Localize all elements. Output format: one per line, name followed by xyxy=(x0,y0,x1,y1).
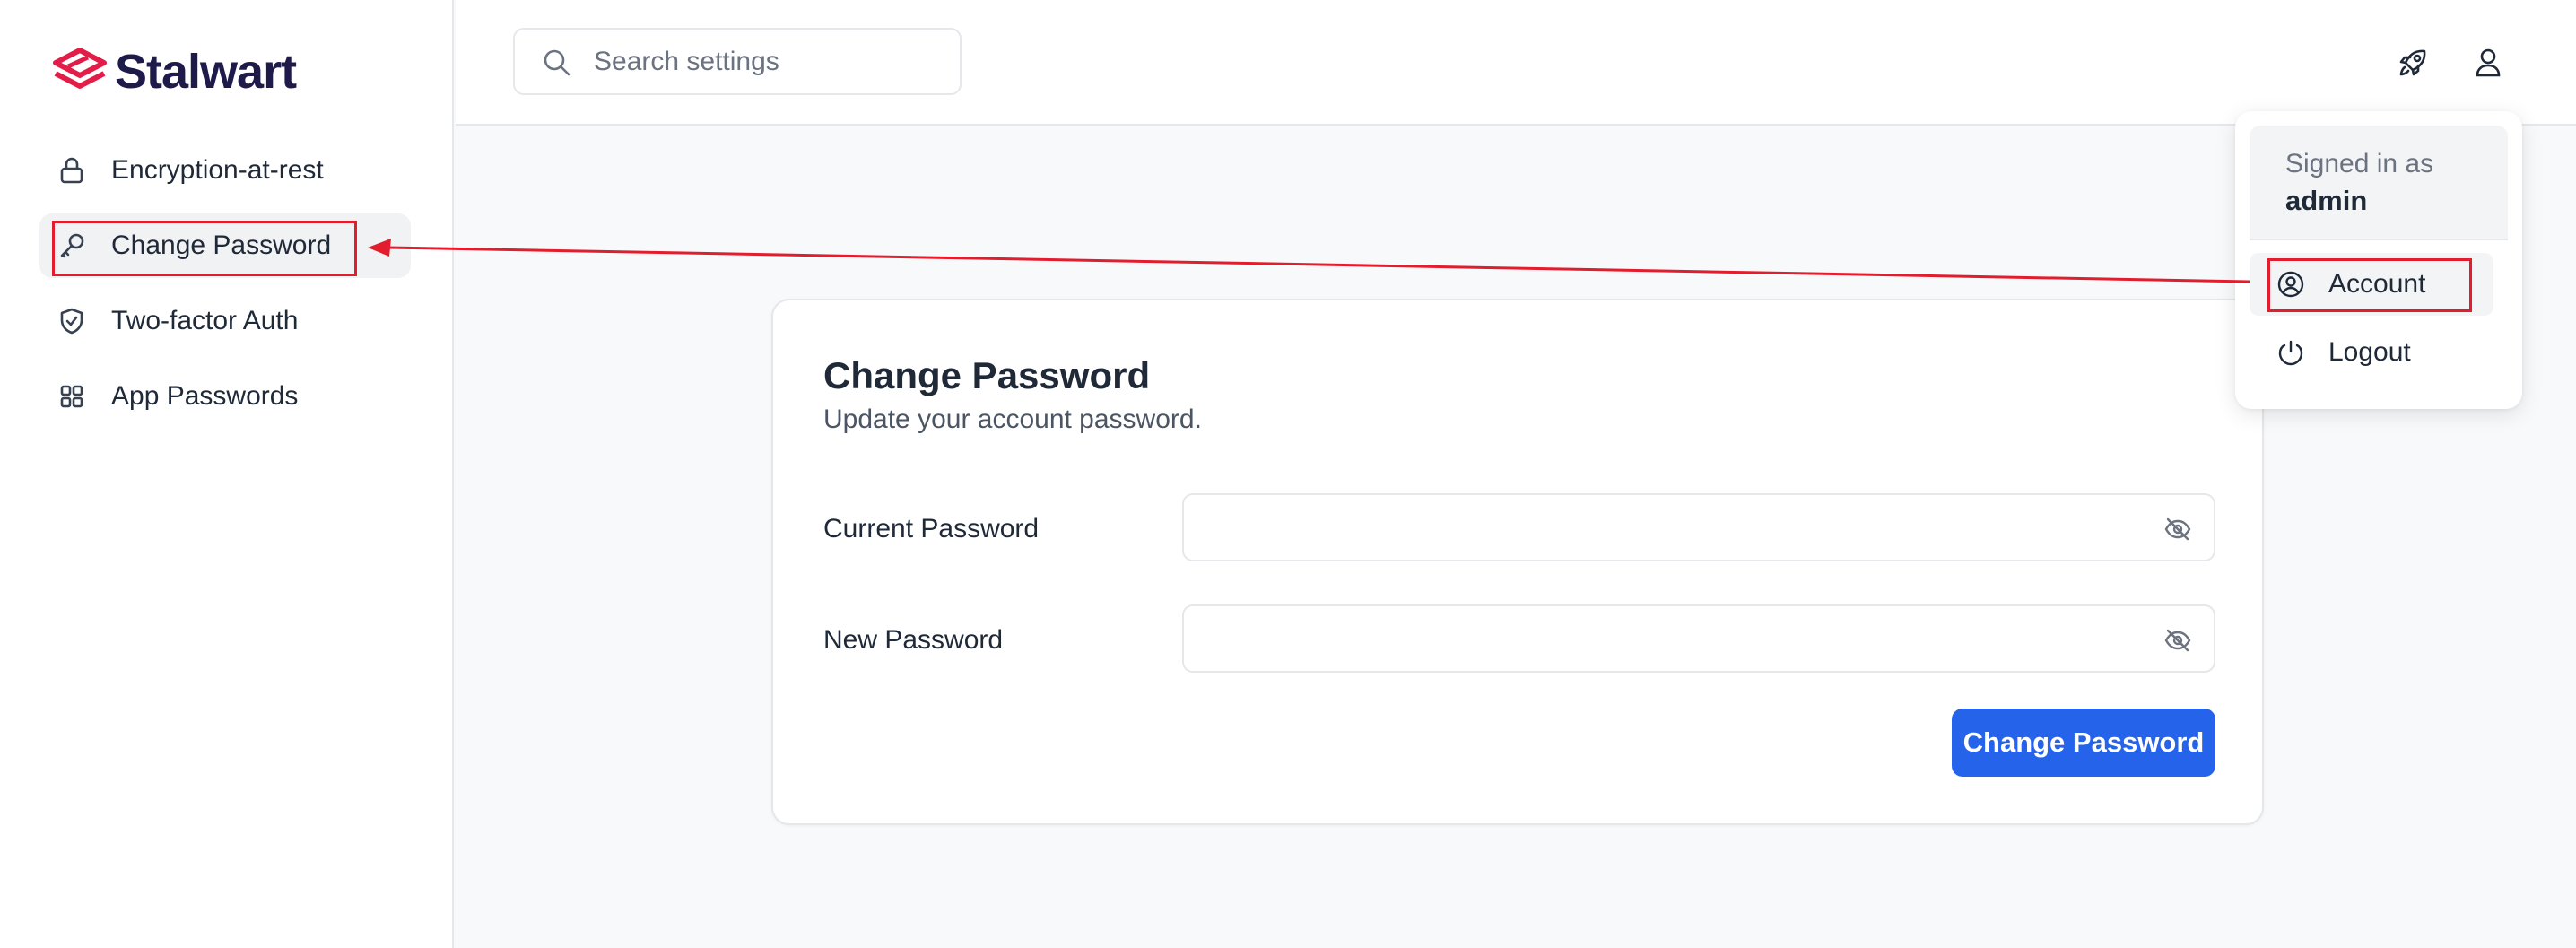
user-menu-button[interactable] xyxy=(2468,43,2508,83)
sidebar-item-label: App Passwords xyxy=(111,381,299,411)
sidebar-item-label: Encryption-at-rest xyxy=(111,155,324,185)
new-password-label: New Password xyxy=(823,625,1004,655)
page-subtitle: Update your account password. xyxy=(823,404,1202,434)
signed-in-username: admin xyxy=(2285,185,2368,216)
change-password-card: Change Password Update your account pass… xyxy=(771,299,2264,825)
sidebar: Stalwart Encryption-at-rest Change Passw… xyxy=(0,0,454,948)
brand-logo[interactable]: Stalwart xyxy=(52,45,297,99)
menu-item-account[interactable]: Account xyxy=(2250,253,2493,316)
sidebar-item-change-password[interactable]: Change Password xyxy=(39,213,411,278)
signed-in-info: Signed in as admin xyxy=(2250,126,2508,240)
change-password-button[interactable]: Change Password xyxy=(1952,709,2215,777)
search-box[interactable] xyxy=(513,28,962,95)
power-icon xyxy=(2278,340,2303,366)
key-icon xyxy=(57,231,86,260)
eye-off-icon[interactable] xyxy=(2163,626,2192,655)
sidebar-item-label: Two-factor Auth xyxy=(111,306,299,335)
signed-in-label: Signed in as xyxy=(2285,149,2434,178)
top-header xyxy=(456,0,2576,126)
current-password-label: Current Password xyxy=(823,514,1040,544)
stalwart-logo-icon xyxy=(53,48,107,89)
menu-item-logout[interactable]: Logout xyxy=(2250,321,2493,384)
page-title: Change Password xyxy=(823,354,1151,396)
sidebar-item-encryption-at-rest[interactable]: Encryption-at-rest xyxy=(39,138,411,203)
user-dropdown-menu: Signed in as admin Account Logout xyxy=(2235,111,2522,409)
lock-icon xyxy=(57,156,86,185)
current-password-field[interactable] xyxy=(1182,493,2215,561)
user-icon xyxy=(2476,48,2501,77)
new-password-field[interactable] xyxy=(1182,604,2215,673)
current-password-input[interactable] xyxy=(1202,495,2135,560)
sidebar-item-app-passwords[interactable]: App Passwords xyxy=(39,364,411,429)
grid-icon xyxy=(57,382,86,411)
rocket-icon xyxy=(2399,49,2426,76)
menu-item-label: Account xyxy=(2328,269,2426,299)
new-password-input[interactable] xyxy=(1202,606,2135,671)
shield-check-icon xyxy=(57,307,86,335)
search-icon xyxy=(544,49,570,76)
sidebar-item-two-factor-auth[interactable]: Two-factor Auth xyxy=(39,289,411,353)
eye-off-icon[interactable] xyxy=(2163,515,2192,544)
search-input[interactable] xyxy=(594,30,944,93)
user-circle-icon xyxy=(2277,271,2304,298)
menu-item-label: Logout xyxy=(2328,337,2411,367)
sidebar-item-label: Change Password xyxy=(111,230,332,260)
rocket-button[interactable] xyxy=(2393,43,2432,83)
brand-name: Stalwart xyxy=(115,45,297,99)
